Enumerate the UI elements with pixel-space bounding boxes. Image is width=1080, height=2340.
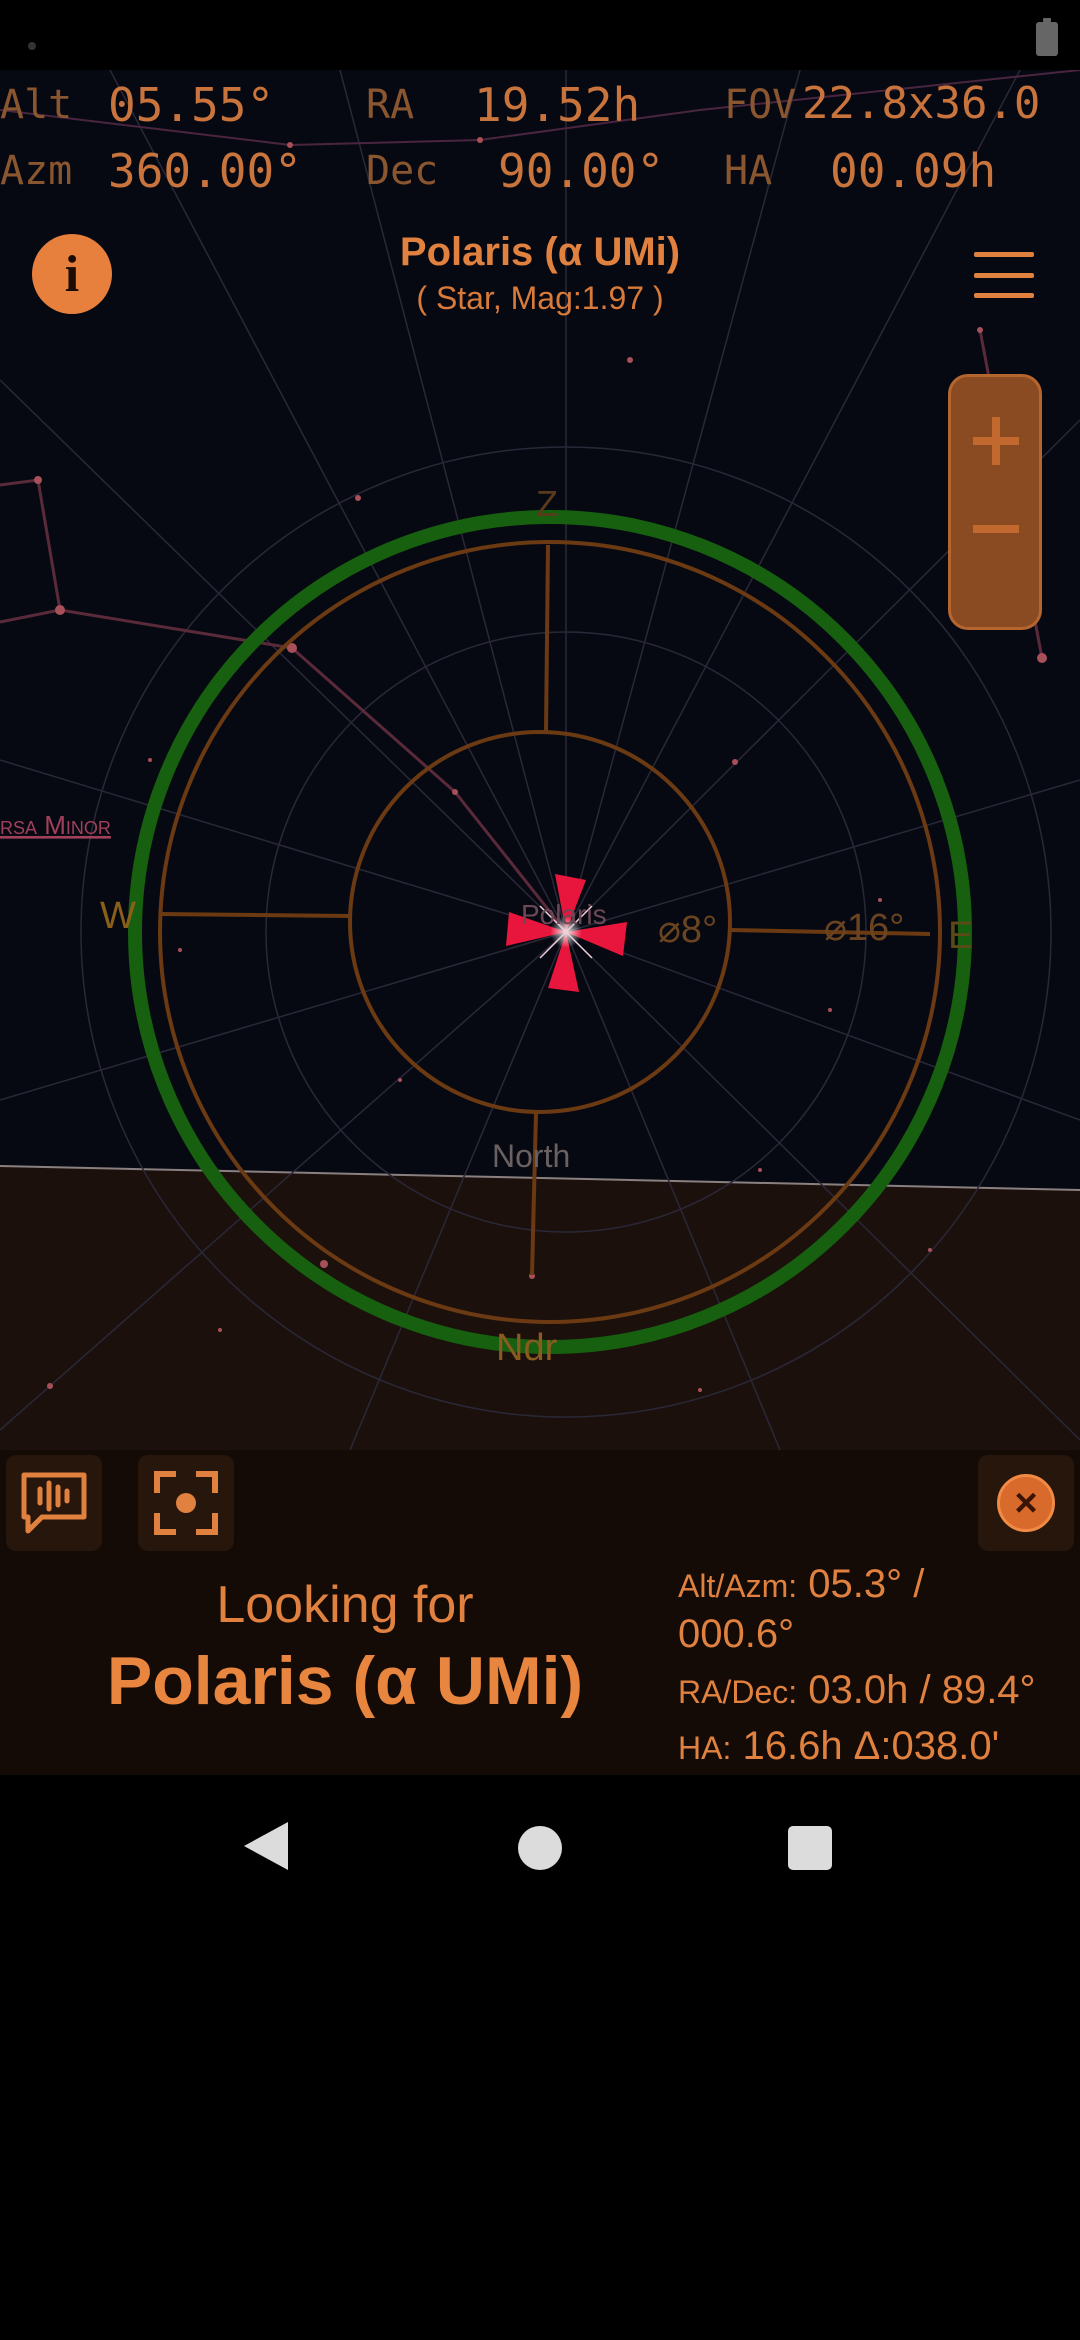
azm-label: Azm <box>0 148 73 194</box>
nadir-label: Ndr <box>496 1327 558 1369</box>
info-button[interactable]: i <box>32 234 112 314</box>
notification-dot <box>28 42 36 50</box>
hamburger-menu-icon[interactable] <box>974 252 1034 298</box>
north-label: North <box>492 1138 570 1174</box>
center-focus-button[interactable] <box>138 1455 234 1551</box>
ground-area <box>0 1166 1080 1450</box>
altazm-label: Alt/Azm: <box>678 1568 798 1604</box>
altazm-line-2: 000.6° <box>678 1612 795 1656</box>
fov-label: FOV <box>724 82 797 128</box>
radec-label: RA/Dec: <box>678 1674 798 1710</box>
ra-label: RA <box>366 82 415 128</box>
east-label: E <box>948 915 973 957</box>
radec-line: RA/Dec: 03.0h / 89.4° <box>678 1668 1036 1713</box>
close-panel-button[interactable]: × <box>978 1455 1074 1551</box>
looking-for-target: Polaris (α UMi) <box>106 1643 584 1719</box>
constellation-lines <box>0 329 1044 933</box>
zoom-out-button[interactable] <box>951 505 1039 633</box>
status-bar <box>0 0 1080 70</box>
inner-ring-label: ⌀8° <box>658 909 717 951</box>
altazm-value: 05.3° / <box>808 1562 925 1606</box>
back-nav-icon[interactable] <box>244 1822 288 1870</box>
sky-view[interactable]: Z W E North Ndr ⌀8° ⌀16° Polaris rsa Min… <box>0 70 1080 1450</box>
home-nav-icon[interactable] <box>518 1826 562 1870</box>
info-icon: i <box>64 245 80 303</box>
target-details: ( Star, Mag:1.97 ) <box>416 280 664 316</box>
ha-label: HA <box>724 148 773 194</box>
battery-icon <box>1036 18 1058 56</box>
voice-feedback-icon <box>21 1472 87 1534</box>
polaris-star-label: Polaris <box>521 899 607 930</box>
sky-chart: Z W E North Ndr ⌀8° ⌀16° Polaris rsa Min… <box>0 70 1080 1450</box>
app-root: Z W E North Ndr ⌀8° ⌀16° Polaris rsa Min… <box>0 0 1080 2340</box>
west-label: W <box>100 895 136 937</box>
zoom-control <box>948 374 1042 630</box>
ra-value: 19.52h <box>474 78 641 132</box>
alt-label: Alt <box>0 82 73 128</box>
azm-value: 360.00° <box>108 144 302 198</box>
recents-nav-icon[interactable] <box>788 1826 832 1870</box>
outer-ring-label: ⌀16° <box>824 907 904 949</box>
center-focus-icon <box>154 1471 218 1535</box>
alt-value: 05.55° <box>108 78 275 132</box>
target-title: Polaris (α UMi) <box>399 230 681 274</box>
zoom-in-button[interactable] <box>951 377 1039 505</box>
zenith-label: Z <box>536 483 558 524</box>
fov-value: 22.8x36.0 <box>802 78 1041 129</box>
radec-value: 03.0h / 89.4° <box>808 1668 1036 1712</box>
close-icon: × <box>997 1474 1055 1532</box>
altazm-line: Alt/Azm: 05.3° / <box>678 1562 924 1607</box>
ha-value: 00.09h <box>830 144 997 198</box>
ha-line: HA: 16.6h Δ:038.0' <box>678 1724 999 1769</box>
ha-panel-value: 16.6h Δ:038.0' <box>742 1724 1000 1768</box>
ha-panel-label: HA: <box>678 1730 732 1766</box>
constellation-label[interactable]: rsa Minor <box>0 810 111 840</box>
voice-feedback-button[interactable] <box>6 1455 102 1551</box>
looking-for-label: Looking for <box>216 1576 474 1634</box>
dec-value: 90.00° <box>498 144 665 198</box>
dec-label: Dec <box>366 148 439 194</box>
